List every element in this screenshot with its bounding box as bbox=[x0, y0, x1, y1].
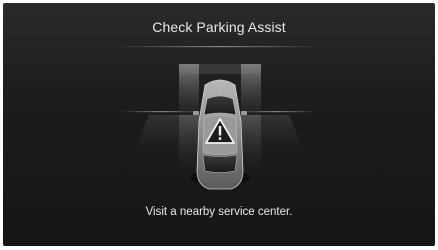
top-guide-line bbox=[115, 46, 323, 48]
service-message: Visit a nearby service center. bbox=[145, 206, 293, 218]
parking-assist-warning-screen: Check Parking Assist Visit a nearby serv… bbox=[3, 3, 435, 246]
screen-frame: Check Parking Assist Visit a nearby serv… bbox=[0, 0, 438, 250]
